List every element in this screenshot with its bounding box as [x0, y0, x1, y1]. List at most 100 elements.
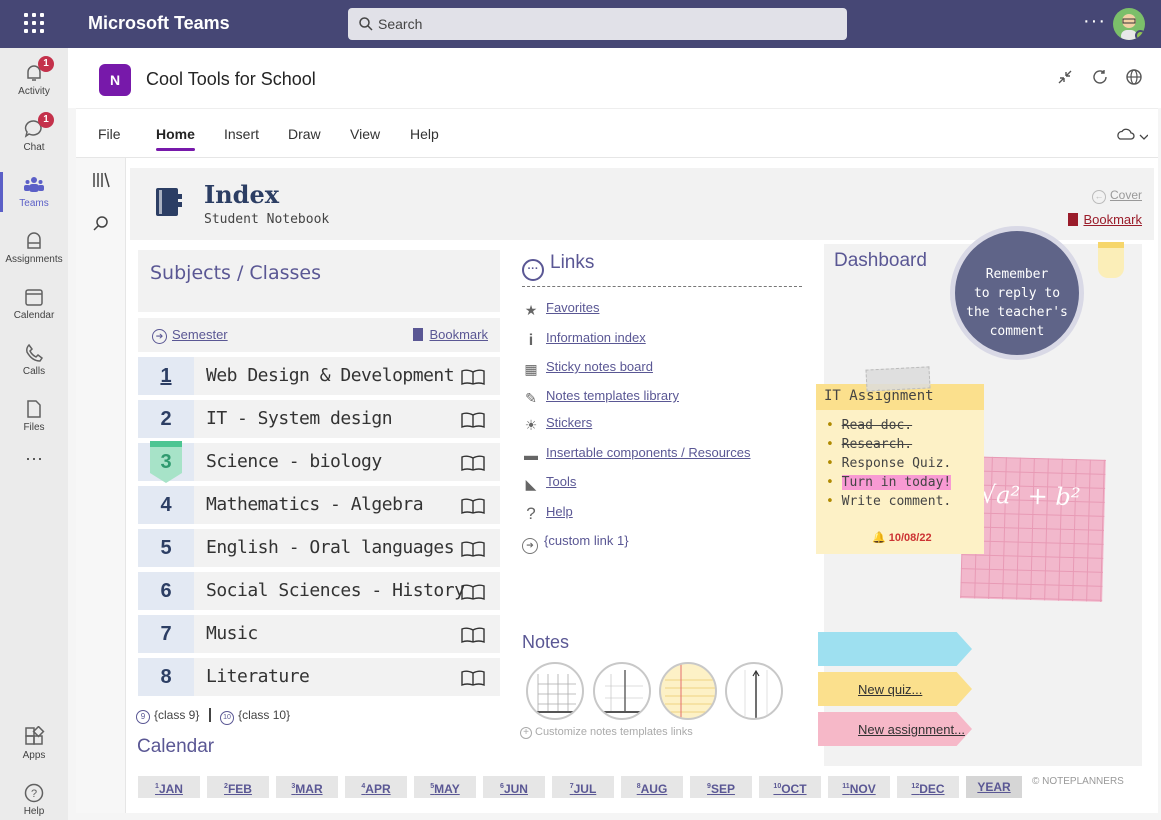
page-title: Index [204, 180, 280, 209]
number-circle-icon: 10 [220, 711, 235, 725]
separator [208, 708, 211, 722]
link-notes-templates[interactable]: ✎ Notes templates library [522, 388, 679, 406]
tab-home[interactable]: Home [156, 126, 195, 151]
rail-calls[interactable]: Calls [0, 332, 68, 388]
subject-row[interactable]: 1 Web Design & Development [138, 357, 500, 395]
rail-activity[interactable]: 1 Activity [0, 52, 68, 108]
month-number: 11 [842, 783, 850, 790]
link-tools[interactable]: ◣ Tools [522, 474, 577, 492]
link-insertable-components[interactable]: ▬ Insertable components / Resources [522, 445, 751, 463]
open-book-icon[interactable] [460, 454, 486, 472]
subject-row[interactable]: 6 Social Sciences - History [138, 572, 500, 610]
tab-help[interactable]: Help [410, 126, 439, 142]
rail-assignments[interactable]: Assignments [0, 220, 68, 276]
month-label: MAY [434, 782, 460, 796]
link-help[interactable]: ? Help [522, 504, 572, 523]
cover-link[interactable]: ← Cover [1091, 188, 1142, 204]
star-icon: ★ [524, 302, 538, 318]
search-input[interactable]: Search [348, 8, 847, 40]
rail-help[interactable]: ? Help [0, 772, 68, 820]
link-custom-1[interactable]: ➔ {custom link 1} [522, 533, 629, 554]
rail-more-apps[interactable]: ··· [0, 448, 68, 504]
rail-chat[interactable]: 1 Chat [0, 108, 68, 164]
subject-number-text: 1 [160, 365, 172, 387]
rail-files[interactable]: Files [0, 388, 68, 444]
tab-file[interactable]: File [98, 126, 121, 142]
class-9-link[interactable]: 9 {class 9} [136, 708, 199, 724]
semester-link[interactable]: ➔ Semester [152, 327, 228, 344]
globe-icon[interactable] [1125, 68, 1143, 86]
template-grid[interactable] [526, 662, 584, 720]
reminder-line: Remember [985, 267, 1049, 282]
month-aug[interactable]: 8AUG [621, 776, 683, 798]
open-book-icon[interactable] [460, 626, 486, 644]
subjects-title: Subjects / Classes [150, 262, 321, 284]
collapse-icon[interactable] [1056, 68, 1074, 86]
ribbon-tabs: File Home Insert Draw View Help [76, 108, 1158, 158]
open-book-icon[interactable] [460, 368, 486, 386]
link-favorites[interactable]: ★ Favorites [522, 300, 600, 318]
month-oct[interactable]: 10OCT [759, 776, 821, 798]
open-book-icon[interactable] [460, 669, 486, 687]
refresh-icon[interactable] [1091, 68, 1109, 86]
sun-icon: ☀ [524, 417, 538, 433]
task-item: Turn in today! [826, 475, 974, 490]
month-may[interactable]: 5MAY [414, 776, 476, 798]
subject-row[interactable]: 8 Literature [138, 658, 500, 696]
rail-calendar[interactable]: Calendar [0, 276, 68, 332]
month-nov[interactable]: 11NOV [828, 776, 890, 798]
rail-label: Calls [22, 366, 46, 377]
template-axis[interactable] [725, 662, 783, 720]
month-jan[interactable]: 1JAN [138, 776, 200, 798]
customize-templates-link[interactable]: + Customize notes templates links [520, 726, 693, 739]
rail-apps[interactable]: Apps [0, 716, 68, 772]
tab-view[interactable]: View [350, 126, 380, 142]
tab-insert[interactable]: Insert [224, 126, 259, 142]
subject-number: 3 [138, 441, 194, 483]
avatar[interactable] [1113, 8, 1145, 40]
tab-draw[interactable]: Draw [288, 126, 321, 142]
template-lined-yellow[interactable] [659, 662, 717, 720]
subject-label: Music [206, 623, 258, 644]
rail-label: Calendar [13, 310, 55, 321]
dashboard: Dashboard Remember to reply to the teach… [816, 226, 1142, 766]
subject-row[interactable]: 2 IT - System design [138, 400, 500, 438]
month-jun[interactable]: 6JUN [483, 776, 545, 798]
grid-icon: ▦ [524, 361, 538, 377]
link-sticky-notes-board[interactable]: ▦ Sticky notes board [522, 359, 653, 377]
subject-row[interactable]: 5 English - Oral languages [138, 529, 500, 567]
rail-label: Help [23, 806, 45, 817]
class-10-link[interactable]: 10 {class 10} [220, 708, 290, 725]
month-mar[interactable]: 3MAR [276, 776, 338, 798]
month-label: OCT [781, 782, 807, 796]
subject-row[interactable]: 3 Science - biology [138, 441, 500, 483]
flag-blue[interactable] [818, 632, 972, 666]
open-book-icon[interactable] [460, 583, 486, 601]
search-icon[interactable] [91, 214, 111, 239]
open-book-icon[interactable] [460, 540, 486, 558]
month-apr[interactable]: 4APR [345, 776, 407, 798]
flag-new-quiz[interactable]: New quiz... [818, 672, 972, 706]
year-link[interactable]: YEAR [966, 776, 1022, 798]
link-information-index[interactable]: i Information index [522, 330, 646, 349]
subjects-bookmark-link[interactable]: Bookmark [413, 327, 488, 342]
month-jul[interactable]: 7JUL [552, 776, 614, 798]
subject-row[interactable]: 4 Mathematics - Algebra [138, 486, 500, 524]
apps-icon [25, 726, 45, 745]
month-label: FEB [227, 782, 252, 796]
subject-row[interactable]: 7 Music [138, 615, 500, 653]
month-dec[interactable]: 12DEC [897, 776, 959, 798]
bookmark-link[interactable]: Bookmark [1068, 212, 1142, 227]
month-feb[interactable]: 2FEB [207, 776, 269, 798]
app-launcher-icon[interactable] [24, 13, 44, 33]
more-options-icon[interactable]: ··· [1083, 10, 1106, 33]
notebooks-icon[interactable] [91, 170, 111, 195]
open-book-icon[interactable] [460, 497, 486, 515]
rail-teams[interactable]: Teams [0, 164, 68, 220]
sync-status-icon[interactable] [1116, 127, 1149, 148]
open-book-icon[interactable] [460, 411, 486, 429]
month-sep[interactable]: 9SEP [690, 776, 752, 798]
template-dotted[interactable] [593, 662, 651, 720]
link-stickers[interactable]: ☀ Stickers [522, 415, 593, 433]
flag-new-assignment[interactable]: New assignment... [818, 712, 972, 746]
